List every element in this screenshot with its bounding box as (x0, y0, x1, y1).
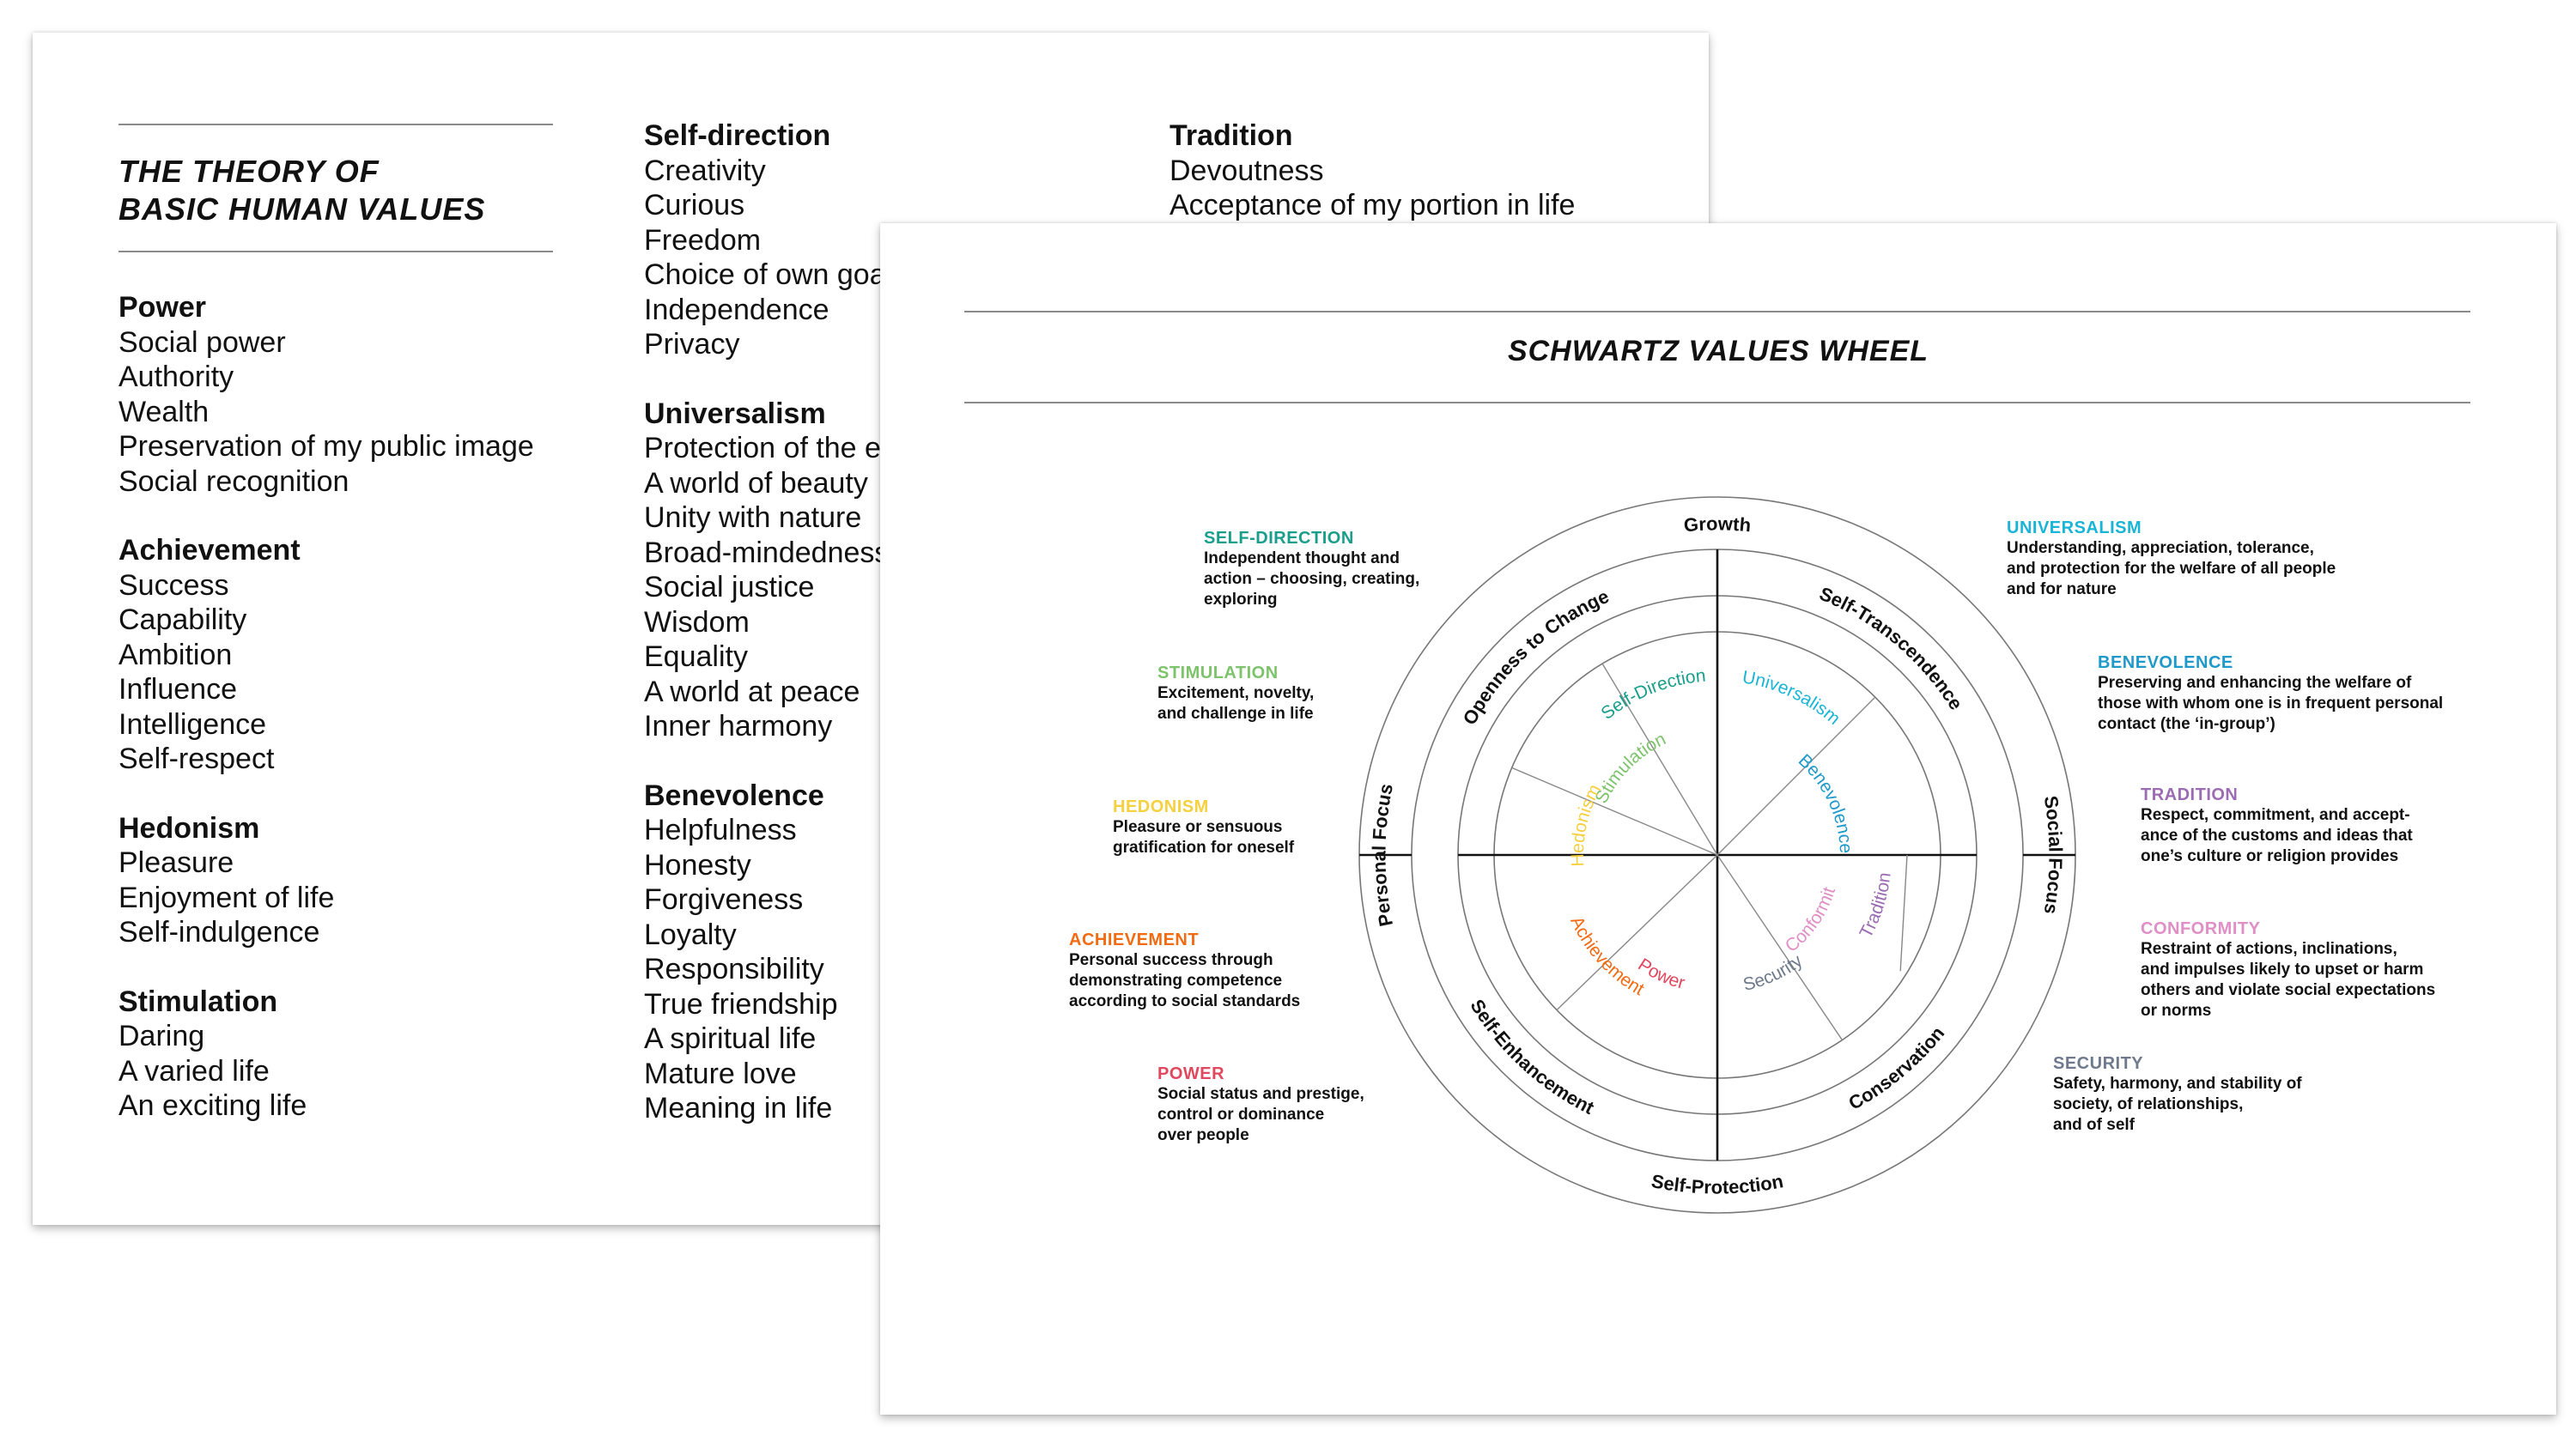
value-item: A varied life (118, 1054, 270, 1088)
description-heading: CONFORMITY (2141, 919, 2261, 938)
description-heading: TRADITION (2141, 785, 2239, 804)
outer-label-growth: Growth (1683, 512, 1752, 536)
segment-label-security: Security (1741, 950, 1807, 995)
value-group-stimulation: Stimulation Daring A varied life An excitin… (118, 985, 599, 1124)
value-group-heading: Achievement (118, 534, 301, 567)
description-heading: STIMULATION (1157, 664, 1279, 682)
value-item: Social recognition (118, 464, 349, 498)
segment-label-self-direction: Self-Direction (1597, 666, 1706, 724)
value-item: Capability (118, 603, 247, 636)
description-heading: SECURITY (2053, 1054, 2144, 1073)
value-item: Influence (118, 673, 237, 706)
values-column-1: Power Social power Authority Wealth Preserva… (118, 290, 599, 1158)
segment-label-tradition: Tradition (1856, 871, 1895, 942)
description-text: Pleasure or sensuous gratification for o… (1113, 818, 1295, 857)
value-item: Authority (118, 361, 234, 393)
description-heading: HEDONISM (1113, 797, 1209, 816)
title-line-1: THE THEORY OF (118, 154, 380, 189)
value-group-tradition: Tradition Devoutness Acceptance of my port… (1170, 118, 1650, 223)
value-group-heading: Stimulation (118, 985, 278, 1018)
value-item: Devoutness (1170, 154, 1324, 187)
segment-label-universalism: Universalism (1741, 667, 1844, 729)
value-item: Enjoyment of life (118, 881, 335, 914)
value-group-achievement: Achievement Success Capability Ambition Infl… (118, 533, 599, 777)
value-item: Curious (644, 189, 745, 221)
middle-label-self-enhancement: Self-Enhancement (1466, 996, 1598, 1119)
description-stimulation: STIMULATION Excitement, novelty, and chal… (1157, 663, 1314, 724)
description-text: Social status and prestige, control or d… (1157, 1085, 1364, 1144)
value-group-heading: Tradition (1170, 119, 1293, 152)
description-text: Respect, commitment, and accept- ance of… (2141, 806, 2413, 865)
middle-label-conservation: Conservation (1845, 1022, 1949, 1114)
value-group-heading: Self-direction (644, 119, 831, 152)
value-item: Preservation of my public image (118, 430, 534, 463)
description-universalism: UNIVERSALISM Understanding, appreciation,… (2007, 518, 2336, 600)
value-item: Creativity (644, 154, 766, 187)
description-hedonism: HEDONISM Pleasure or sensuous gratificati… (1113, 797, 1294, 858)
value-item: Success (118, 568, 229, 602)
title-line-2: BASIC HUMAN VALUES (118, 191, 486, 227)
value-item: Self-indulgence (118, 916, 320, 949)
description-power: POWER Social status and prestige, control… (1157, 1064, 1364, 1146)
segment-label-benevolence: Benevolence (1795, 750, 1856, 853)
description-tradition: TRADITION Respect, commitment, and accept… (2141, 785, 2413, 867)
title-top-rule (118, 124, 553, 125)
value-item: Acceptance of my portion in life (1170, 189, 1576, 221)
value-group-hedonism: Hedonism Pleasure Enjoyment of life Self-in… (118, 811, 599, 950)
values-wheel-card: SCHWARTZ VALUES WHEEL Growth Self-Protect… (880, 223, 2556, 1415)
divider-conform-tradition (1899, 854, 1908, 972)
description-text: Understanding, appreciation, tolerance, … (2007, 539, 2336, 598)
description-heading: POWER (1157, 1064, 1225, 1083)
value-item: An exciting life (118, 1089, 307, 1122)
value-item: Social power (118, 325, 286, 359)
description-self-direction: SELF-DIRECTION Independent thought and ac… (1204, 528, 1419, 610)
description-security: SECURITY Safety, harmony, and stability o… (2053, 1053, 2302, 1136)
description-heading: ACHIEVEMENT (1069, 931, 1200, 949)
divider-security-conform (1716, 854, 1843, 1040)
value-item: Daring (118, 1020, 205, 1052)
segment-label-stimulation: Stimulation (1591, 729, 1668, 806)
middle-label-openness-to-change: Openness to Change (1459, 585, 1613, 729)
description-heading: BENEVOLENCE (2098, 653, 2233, 672)
segment-label-achievement: Achievement (1566, 913, 1647, 999)
middle-label-self-transcendence: Self-Transcendence (1816, 583, 1966, 714)
page-title: THE THEORY OF BASIC HUMAN VALUES (118, 153, 565, 228)
description-heading: UNIVERSALISM (2007, 518, 2142, 537)
outer-label-self-protection: Self-Protection (1649, 1170, 1784, 1197)
value-group-power: Power Social power Authority Wealth Preserva… (118, 290, 599, 499)
value-item: Self-respect (118, 743, 275, 775)
value-group-heading: Hedonism (118, 811, 260, 845)
description-text: Preserving and enhancing the welfare of … (2098, 674, 2444, 733)
description-text: Independent thought and action – choosin… (1204, 549, 1420, 609)
description-text: Personal success through demonstrating c… (1069, 951, 1301, 1010)
description-conformity: CONFORMITY Restraint of actions, inclinat… (2141, 919, 2435, 1022)
description-text: Safety, harmony, and stability of societ… (2053, 1075, 2302, 1134)
value-item: Intelligence (118, 707, 267, 741)
description-benevolence: BENEVOLENCE Preserving and enhancing the … (2098, 652, 2443, 735)
description-text: Excitement, novelty, and challenge in li… (1157, 684, 1315, 723)
description-text: Restraint of actions, inclinations, and … (2141, 940, 2436, 1020)
description-heading: SELF-DIRECTION (1204, 529, 1354, 548)
value-item: Pleasure (118, 846, 234, 879)
value-group-heading: Power (118, 291, 207, 324)
title-bottom-rule (118, 251, 553, 252)
description-achievement: ACHIEVEMENT Personal success through demo… (1069, 930, 1300, 1012)
value-item: Wealth (118, 395, 210, 428)
value-item: Ambition (118, 638, 233, 671)
